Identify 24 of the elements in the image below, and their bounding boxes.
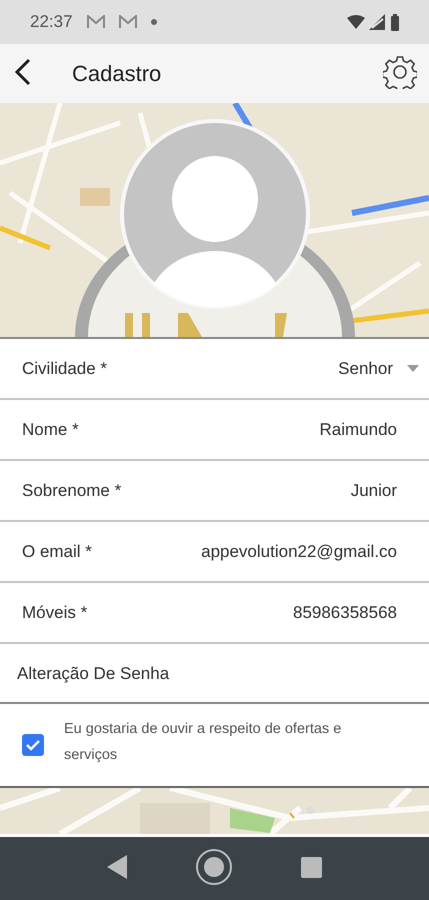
back-nav-button[interactable] <box>107 855 127 882</box>
screen-title: Cadastro <box>72 60 162 86</box>
recents-nav-button[interactable] <box>301 856 322 880</box>
field-label: Sobrenome * <box>22 480 122 500</box>
input-field[interactable]: Junior <box>131 480 397 500</box>
field-label: Civilidade * <box>22 358 108 378</box>
consent-text: Eu gostaria de ouvir a respeito de ofertas e serviços <box>64 720 342 765</box>
field-label: Nome * <box>22 420 79 440</box>
settings-button[interactable] <box>383 55 417 92</box>
input-field[interactable]: 85986358568 <box>97 602 397 622</box>
notification-dot-icon <box>150 19 157 25</box>
mail-icon <box>118 15 137 29</box>
battery-icon <box>391 14 399 30</box>
checkbox[interactable] <box>22 734 44 756</box>
signal-icon <box>369 14 385 30</box>
field-label: O email * <box>22 542 92 562</box>
input-field[interactable]: Raimundo <box>88 420 397 440</box>
wifi-icon <box>347 15 365 29</box>
status-time: 22:37 <box>30 12 73 32</box>
input-field[interactable]: appevolution22@gmail.co <box>102 542 397 562</box>
field-label: Móveis * <box>22 602 88 622</box>
select-field[interactable]: Senhor <box>338 358 419 378</box>
mail-icon <box>86 15 105 29</box>
caret-icon <box>407 364 419 372</box>
